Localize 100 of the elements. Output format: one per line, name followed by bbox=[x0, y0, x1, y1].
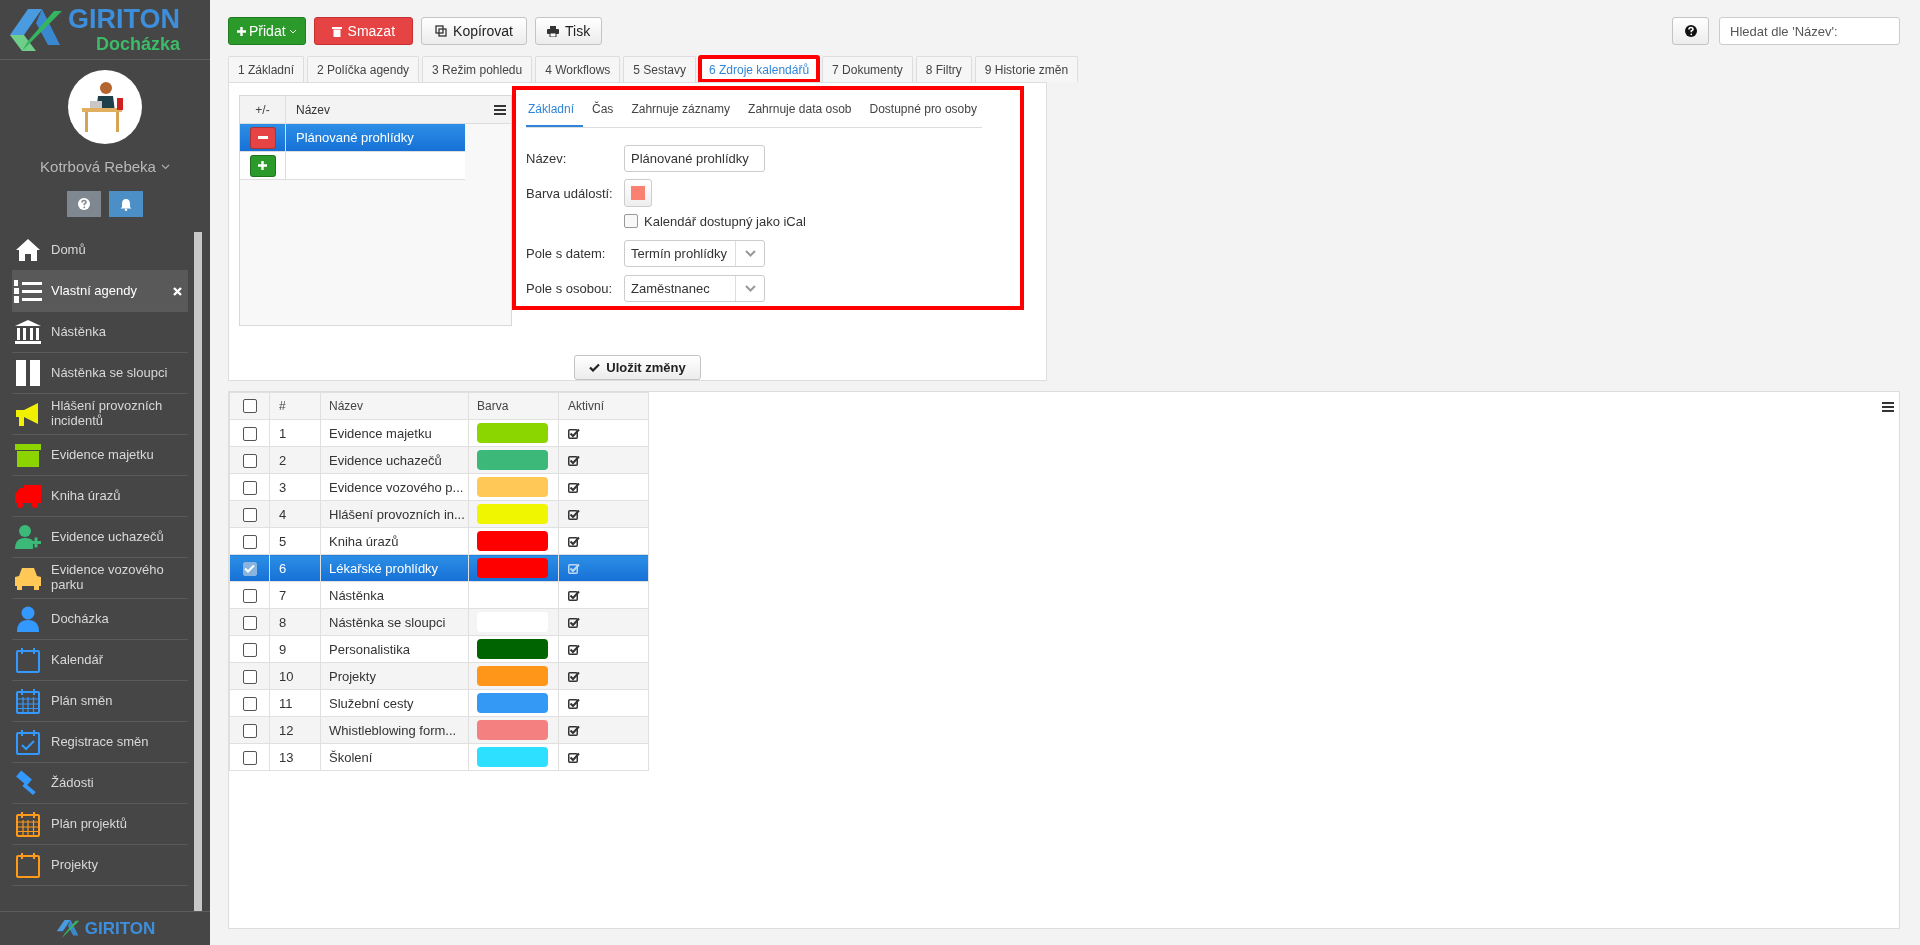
plus-icon bbox=[237, 26, 246, 36]
tab[interactable]: 9 Historie změn bbox=[974, 56, 1079, 82]
sidebar-item[interactable]: Evidence uchazečů bbox=[12, 517, 188, 558]
tab[interactable]: 7 Dokumenty bbox=[822, 56, 913, 82]
table-cell: 7 bbox=[269, 581, 321, 609]
checkbox[interactable] bbox=[242, 723, 257, 738]
tab[interactable]: 4 Workflows bbox=[535, 56, 621, 82]
sidebar-item[interactable]: Žádosti bbox=[12, 763, 188, 804]
table-cell: Projekty bbox=[320, 662, 469, 690]
checkbox[interactable] bbox=[242, 669, 257, 684]
sidebar-item[interactable]: Registrace směn bbox=[12, 722, 188, 763]
table-cell: Školení bbox=[320, 743, 469, 771]
add-button[interactable] bbox=[249, 154, 276, 177]
save-button[interactable]: Uložit změny bbox=[574, 355, 701, 380]
field-label: Název: bbox=[526, 150, 568, 166]
column-header[interactable]: Aktivní bbox=[558, 392, 649, 420]
table-cell: Evidence uchazečů bbox=[320, 446, 469, 474]
sidebar-item[interactable]: Nástěnka bbox=[12, 312, 188, 353]
tab[interactable]: Zahrnuje data osob bbox=[739, 98, 861, 127]
menu-icon[interactable] bbox=[1882, 402, 1894, 412]
checkbox[interactable] bbox=[242, 399, 257, 414]
chevron-down-icon bbox=[160, 163, 170, 170]
user-menu[interactable]: Kotrbová Rebeka bbox=[40, 158, 170, 175]
table-cell: Kniha úrazů bbox=[320, 527, 469, 555]
bell-icon bbox=[120, 197, 132, 211]
column-header: Název bbox=[295, 102, 331, 117]
table-cell: Služební cesty bbox=[320, 689, 469, 717]
checkbox[interactable] bbox=[242, 561, 257, 576]
table-cell: 9 bbox=[269, 635, 321, 663]
close-icon[interactable] bbox=[173, 286, 182, 296]
tab[interactable]: 2 Políčka agendy bbox=[307, 56, 420, 82]
checkbox[interactable] bbox=[242, 453, 257, 468]
chevron-down-icon bbox=[744, 249, 756, 257]
sidebar-item[interactable]: Evidence vozového parku bbox=[12, 558, 188, 599]
plus-icon bbox=[258, 161, 267, 170]
help-icon bbox=[1684, 25, 1697, 37]
table-cell: Personalistika bbox=[320, 635, 469, 663]
checkbox[interactable] bbox=[242, 750, 257, 765]
checkbox[interactable] bbox=[242, 615, 257, 630]
sidebar-item[interactable]: Kalendář bbox=[12, 640, 188, 681]
brand-name: GIRITON bbox=[84, 918, 156, 939]
caret-icon bbox=[288, 28, 297, 34]
help-button[interactable] bbox=[1672, 17, 1709, 45]
sidebar-item[interactable]: Kniha úrazů bbox=[12, 476, 188, 517]
scrollbar[interactable] bbox=[194, 232, 202, 911]
tab[interactable]: 8 Filtry bbox=[915, 56, 972, 82]
field-label: Pole s datem: bbox=[526, 245, 607, 261]
dropdown[interactable]: Termín prohlídky bbox=[624, 239, 765, 267]
tab[interactable]: 3 Režim pohledu bbox=[422, 56, 533, 82]
trash-icon bbox=[331, 25, 342, 37]
menu-icon[interactable] bbox=[494, 104, 506, 115]
checkbox[interactable] bbox=[242, 507, 257, 522]
table-cell: Lékařské prohlídky bbox=[320, 554, 469, 582]
remove-button[interactable] bbox=[249, 126, 276, 149]
sidebar-item[interactable]: Plán projektů bbox=[12, 804, 188, 845]
column-header: +/- bbox=[240, 96, 286, 123]
column-header[interactable]: Barva bbox=[468, 392, 559, 420]
search-field[interactable]: Hledat dle 'Název': bbox=[1719, 17, 1900, 45]
delete-button[interactable]: Smazat bbox=[313, 17, 414, 45]
checkbox[interactable] bbox=[242, 696, 257, 711]
column-header[interactable]: # bbox=[269, 392, 321, 420]
table-cell: Evidence vozového p... bbox=[320, 473, 469, 501]
color-picker-button[interactable] bbox=[624, 179, 652, 207]
sidebar-item[interactable]: Plán směn bbox=[12, 681, 188, 722]
tab[interactable]: Dostupné pro osoby bbox=[860, 98, 986, 127]
print-button[interactable]: Tisk bbox=[535, 17, 603, 45]
table-cell: 5 bbox=[269, 527, 321, 555]
checkbox[interactable] bbox=[242, 642, 257, 657]
table-cell: 3 bbox=[269, 473, 321, 501]
sidebar-item[interactable]: Projekty bbox=[12, 845, 188, 886]
checkbox[interactable] bbox=[624, 214, 638, 228]
table-cell: Nástěnka se sloupci bbox=[320, 608, 469, 636]
table-cell: 1 bbox=[269, 419, 321, 447]
tab[interactable]: 6 Zdroje kalendářů bbox=[699, 56, 820, 82]
tab[interactable]: Čas bbox=[583, 98, 623, 127]
tab[interactable]: 1 Základní bbox=[228, 56, 305, 82]
name-field[interactable]: Plánované prohlídky bbox=[624, 144, 765, 172]
sidebar-item[interactable]: Hlášení provozních incidentů bbox=[12, 394, 188, 435]
table-cell: Whistleblowing form... bbox=[320, 716, 469, 744]
sidebar-item[interactable]: Nástěnka se sloupci bbox=[12, 353, 188, 394]
notifications-button[interactable] bbox=[109, 191, 143, 217]
column-header[interactable]: Název bbox=[320, 392, 469, 420]
checkbox[interactable] bbox=[242, 480, 257, 495]
table-cell: Evidence majetku bbox=[320, 419, 469, 447]
dropdown[interactable]: Zaměstnanec bbox=[624, 274, 765, 302]
copy-button[interactable]: Kopírovat bbox=[421, 17, 527, 45]
tab[interactable]: Zahrnuje záznamy bbox=[622, 98, 740, 127]
checkbox[interactable] bbox=[242, 588, 257, 603]
checkbox-label: Kalendář dostupný jako iCal bbox=[644, 213, 806, 229]
tab[interactable]: 5 Sestavy bbox=[623, 56, 696, 82]
sidebar-item[interactable]: Docházka bbox=[12, 599, 188, 640]
logo-icon bbox=[54, 917, 81, 940]
tab[interactable]: Základní bbox=[526, 98, 584, 127]
chevron-down-icon bbox=[744, 284, 756, 292]
add-button[interactable]: Přidat bbox=[228, 17, 306, 45]
sidebar-item[interactable]: Vlastní agendy bbox=[12, 271, 188, 312]
check-icon bbox=[589, 363, 601, 372]
checkbox[interactable] bbox=[242, 534, 257, 549]
checkbox[interactable] bbox=[242, 426, 257, 441]
sidebar-item[interactable]: Evidence majetku bbox=[12, 435, 188, 476]
